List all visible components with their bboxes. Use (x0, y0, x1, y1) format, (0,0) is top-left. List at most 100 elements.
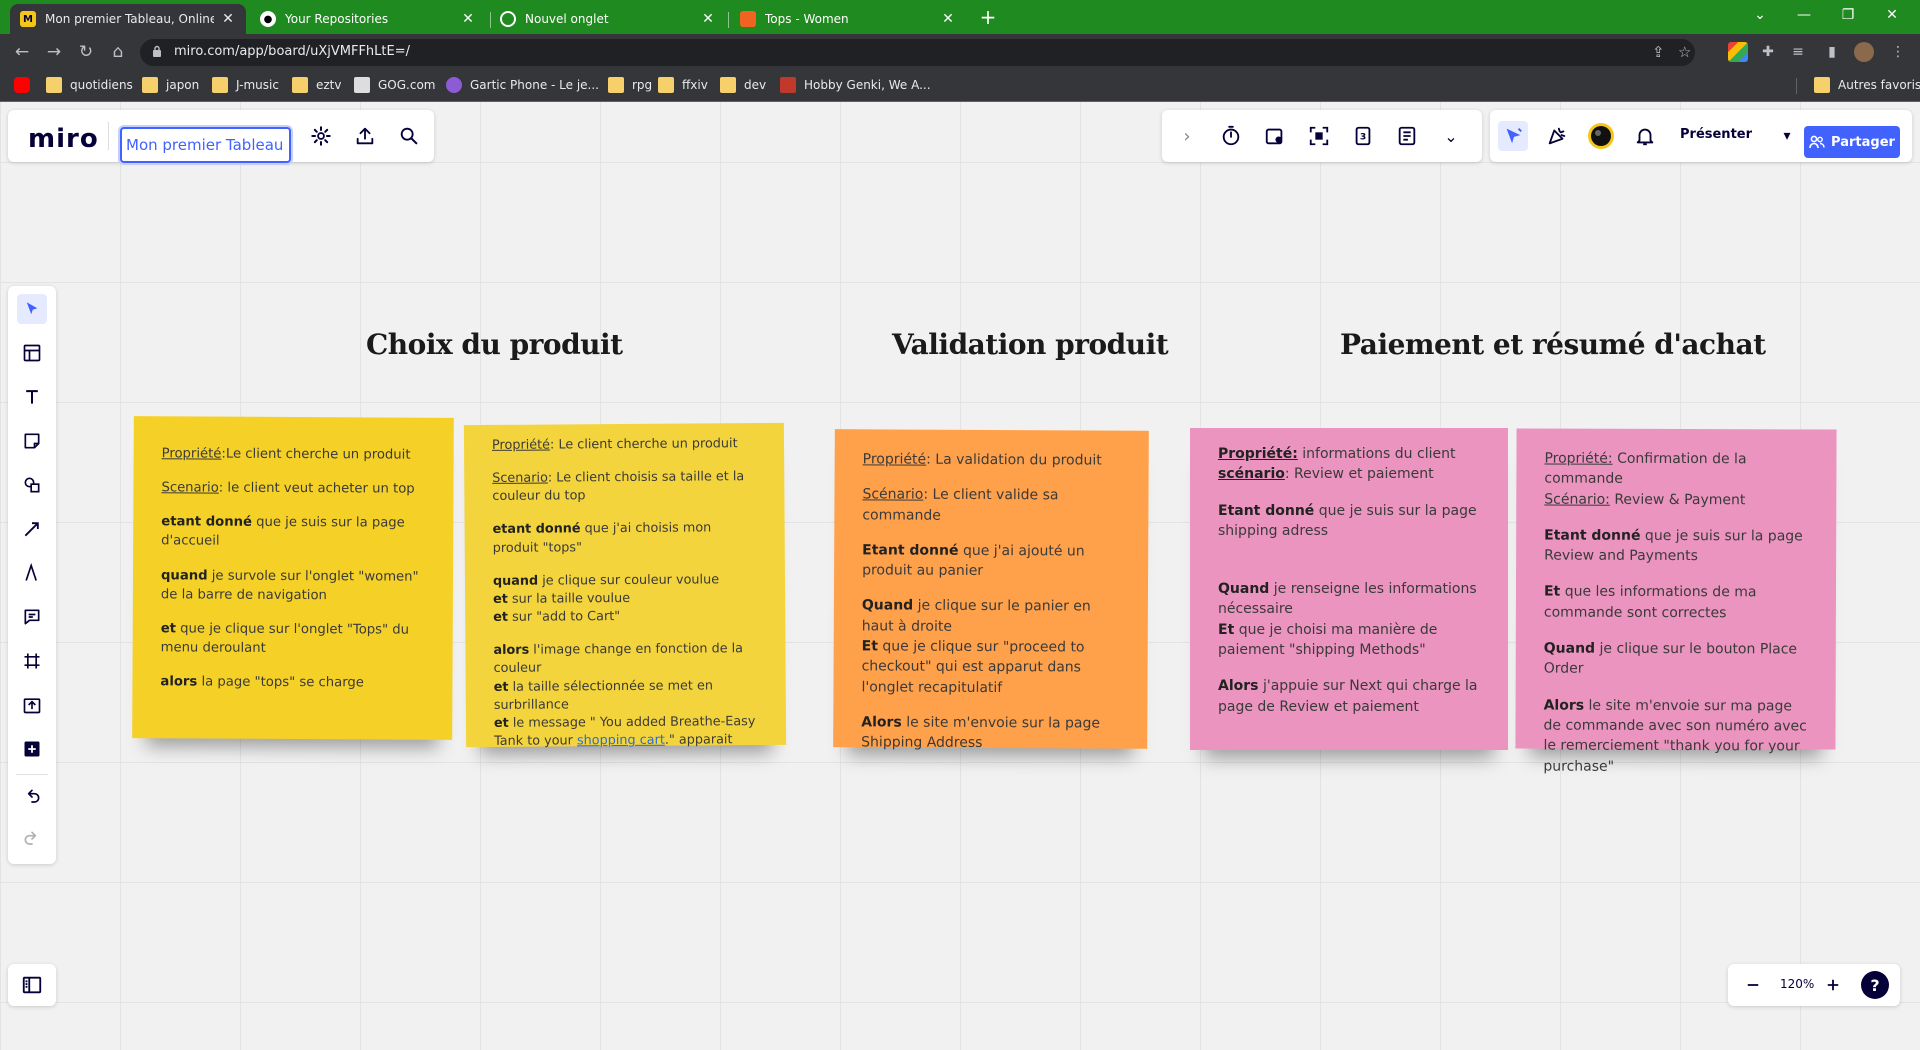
board-name-input[interactable]: Mon premier Tableau (120, 127, 291, 163)
bookmark-folder[interactable]: japon (142, 77, 199, 93)
new-tab-button[interactable]: + (976, 6, 1000, 30)
folder-icon (292, 77, 308, 93)
github-icon: ● (260, 11, 276, 27)
close-window-button[interactable]: ✕ (1870, 4, 1914, 28)
bookmark-hobby-genki[interactable]: Hobby Genki, We A... (780, 77, 931, 93)
reactions-party-icon[interactable] (1542, 121, 1572, 151)
tab-title: Nouvel onglet (525, 12, 609, 26)
more-apps-plus-icon[interactable] (17, 734, 47, 764)
gog-icon (354, 77, 370, 93)
back-icon[interactable]: ← (10, 40, 34, 64)
reading-list-icon[interactable]: ≡ (1788, 42, 1808, 62)
select-cursor-icon[interactable] (17, 294, 47, 324)
chevron-right-icon[interactable]: › (1172, 121, 1202, 151)
tab-tops-women[interactable]: Tops - Women ✕ (730, 4, 966, 34)
section-heading-paiement[interactable]: Paiement et résumé d'achat (1340, 328, 1766, 361)
extensions-puzzle-icon[interactable]: ✚ (1758, 42, 1778, 62)
forward-icon[interactable]: → (42, 40, 66, 64)
sticky-note-icon[interactable] (17, 426, 47, 456)
youtube-icon (14, 77, 30, 93)
browser-tab-bar: M Mon premier Tableau, Online Wh ✕ ● You… (0, 0, 1920, 34)
bookmark-folder[interactable]: J-music (212, 77, 279, 93)
share-page-icon[interactable]: ⇪ (1652, 43, 1665, 61)
share-panel: Présenter ▾ Partager (1490, 110, 1912, 162)
comment-icon[interactable] (17, 602, 47, 632)
help-button[interactable]: ? (1860, 970, 1890, 1000)
settings-gear-icon[interactable] (306, 121, 336, 151)
side-panel-icon[interactable]: ▮ (1822, 42, 1842, 62)
bookmark-folder[interactable]: quotidiens (46, 77, 133, 93)
bookmark-folder[interactable]: eztv (292, 77, 342, 93)
notifications-bell-icon[interactable] (1630, 121, 1660, 151)
miro-board-canvas[interactable]: miro Mon premier Tableau › 3 ⌄ Présenter… (0, 102, 1920, 1050)
upload-icon[interactable] (17, 690, 47, 720)
sticky-note[interactable]: Propriété: Confirmation de la commande S… (1515, 428, 1837, 774)
zoom-out-icon[interactable] (1738, 970, 1768, 1000)
templates-icon[interactable] (17, 338, 47, 368)
url-text: miro.com/app/board/uXjVMFFhLtE=/ (174, 44, 410, 59)
frame-focus-icon[interactable] (1304, 121, 1334, 151)
reload-icon[interactable]: ↻ (74, 40, 98, 64)
connection-line-icon[interactable] (17, 514, 47, 544)
frame-icon[interactable] (17, 646, 47, 676)
close-tab-icon[interactable]: ✕ (940, 11, 956, 27)
search-icon[interactable] (394, 121, 424, 151)
profile-avatar[interactable] (1854, 42, 1874, 62)
export-upload-icon[interactable] (350, 121, 380, 151)
close-tab-icon[interactable]: ✕ (220, 11, 236, 27)
shapes-icon[interactable] (17, 470, 47, 500)
redo-icon[interactable] (17, 824, 47, 854)
timer-icon[interactable] (1216, 121, 1246, 151)
tab-miro[interactable]: M Mon premier Tableau, Online Wh ✕ (10, 4, 246, 34)
shopping-cart-link[interactable]: shopping cart (577, 733, 665, 749)
bookmark-folder[interactable]: ffxiv (658, 77, 708, 93)
bookmark-folder[interactable]: dev (720, 77, 766, 93)
tab-title: Tops - Women (765, 12, 849, 26)
miro-logo[interactable]: miro (28, 124, 99, 154)
magento-icon (740, 11, 756, 27)
bookmark-gog[interactable]: GOG.com (354, 77, 436, 93)
sticky-note[interactable]: Propriété: La validation du produit Scén… (833, 429, 1149, 751)
creation-toolbar (8, 286, 56, 864)
miro-favicon-icon: M (20, 11, 36, 27)
pen-tool-icon[interactable] (17, 558, 47, 588)
home-icon[interactable]: ⌂ (106, 40, 130, 64)
tab-github[interactable]: ● Your Repositories ✕ (250, 4, 486, 34)
present-dropdown-chevron-icon[interactable]: ▾ (1772, 121, 1802, 151)
bookmark-youtube[interactable] (14, 77, 38, 93)
chevron-double-down-icon[interactable]: ⌄ (1436, 121, 1466, 151)
sticky-note[interactable]: Propriété: informations du client scénar… (1190, 428, 1508, 750)
tab-new[interactable]: Nouvel onglet ✕ (490, 4, 726, 34)
notes-list-icon[interactable] (1392, 121, 1422, 151)
section-heading-validation-produit[interactable]: Validation produit (892, 328, 1169, 361)
user-avatar[interactable] (1586, 121, 1616, 151)
bookmark-folder[interactable]: rpg (608, 77, 652, 93)
present-button[interactable]: Présenter (1680, 127, 1752, 142)
cursor-pointer-icon[interactable] (1498, 121, 1528, 151)
countdown-3-icon[interactable]: 3 (1348, 121, 1378, 151)
bookmark-star-icon[interactable]: ☆ (1678, 43, 1691, 61)
sticky-note[interactable]: Propriété:Le client cherche un produit S… (132, 416, 454, 740)
url-input[interactable]: miro.com/app/board/uXjVMFFhLtE=/ ⇪ ☆ (140, 39, 1695, 66)
sidebar-toggle-icon[interactable] (17, 970, 47, 1000)
tab-search-icon[interactable]: ⌄ (1738, 4, 1782, 28)
folder-icon (608, 77, 624, 93)
restore-button[interactable]: ❐ (1826, 4, 1870, 28)
chrome-icon (500, 11, 516, 27)
share-button[interactable]: Partager (1804, 126, 1900, 158)
section-heading-choix-produit[interactable]: Choix du produit (366, 328, 623, 361)
close-tab-icon[interactable]: ✕ (700, 11, 716, 27)
hobby-genki-icon (780, 77, 796, 93)
menu-kebab-icon[interactable]: ⋮ (1888, 42, 1908, 62)
close-tab-icon[interactable]: ✕ (460, 11, 476, 27)
minimize-button[interactable]: — (1782, 4, 1826, 28)
zoom-in-icon[interactable] (1818, 970, 1848, 1000)
undo-icon[interactable] (17, 782, 47, 812)
text-tool-icon[interactable] (17, 382, 47, 412)
sticky-note[interactable]: Propriété: Le client cherche un produit … (463, 422, 787, 749)
extension-google-icon[interactable] (1728, 42, 1748, 62)
voting-icon[interactable] (1260, 121, 1290, 151)
bookmark-other[interactable]: Autres favoris (1814, 77, 1920, 93)
bookmark-gartic[interactable]: Gartic Phone - Le je... (446, 77, 599, 93)
zoom-level[interactable]: 120% (1780, 977, 1814, 991)
